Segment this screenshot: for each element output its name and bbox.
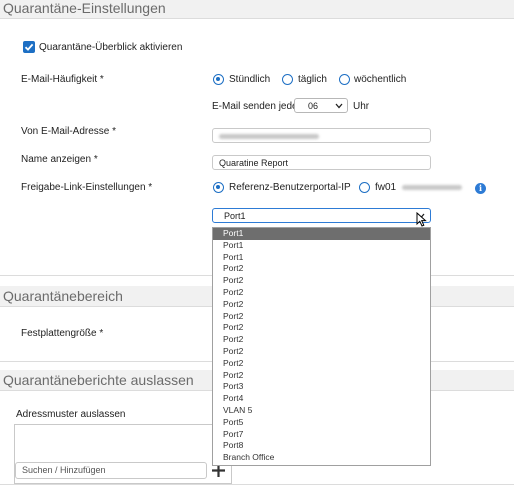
email-frequency-label: E-Mail-Häufigkeit * [21, 74, 104, 85]
dropdown-option[interactable]: Port2 [213, 263, 430, 275]
port-dropdown-list[interactable]: Port1 Port1 Port1 Port2 Port2 Port2 Port… [212, 227, 431, 466]
release-host-label[interactable]: fw01 [375, 182, 462, 193]
send-hour-unit: Uhr [353, 101, 370, 112]
address-pattern-label: Adressmuster auslassen [16, 409, 126, 420]
overview-checkbox[interactable] [23, 41, 35, 53]
dropdown-option[interactable]: Port8 [213, 440, 430, 452]
frequency-hourly-label[interactable]: Stündlich [229, 74, 270, 85]
section-title: Quarantäne-Einstellungen [3, 0, 166, 16]
frequency-hourly-radio[interactable] [213, 74, 224, 85]
overview-checkbox-label[interactable]: Quarantäne-Überblick aktivieren [39, 42, 182, 53]
dropdown-option[interactable]: Port2 [213, 358, 430, 370]
redacted-email [219, 134, 319, 140]
section-title: Quarantänebereich [3, 288, 123, 304]
section-header-quarantine-settings: Quarantäne-Einstellungen [0, 0, 514, 18]
port-select-value: Port1 [224, 211, 246, 221]
dropdown-option[interactable]: Port2 [213, 275, 430, 287]
send-every-label: E-Mail senden jede [212, 101, 298, 112]
dropdown-option[interactable]: Port7 [213, 429, 430, 441]
mouse-cursor-icon [416, 212, 427, 227]
from-address-input[interactable] [212, 128, 431, 143]
dropdown-option[interactable]: Port2 [213, 322, 430, 334]
dropdown-option[interactable]: Port1 [213, 228, 430, 240]
dropdown-option[interactable]: Port3 [213, 381, 430, 393]
release-portal-radio[interactable] [213, 182, 224, 193]
dropdown-option[interactable]: Port2 [213, 299, 430, 311]
dropdown-option[interactable]: Port2 [213, 311, 430, 323]
frequency-daily-label[interactable]: täglich [298, 74, 327, 85]
release-link-label: Freigabe-Link-Einstellungen * [21, 182, 153, 193]
from-address-label: Von E-Mail-Adresse * [21, 126, 117, 137]
chevron-down-icon [335, 103, 343, 109]
release-host-radio[interactable] [359, 182, 370, 193]
dropdown-option[interactable]: Port4 [213, 393, 430, 405]
dropdown-option[interactable]: Port5 [213, 417, 430, 429]
display-name-input[interactable]: Quaratine Report [212, 155, 431, 170]
dropdown-option[interactable]: Port2 [213, 287, 430, 299]
release-host-prefix: fw01 [375, 182, 397, 193]
dropdown-option[interactable]: Port1 [213, 240, 430, 252]
search-add-input[interactable]: Suchen / Hinzufügen [15, 462, 207, 479]
display-name-label: Name anzeigen * [21, 154, 98, 165]
dropdown-option[interactable]: Port2 [213, 334, 430, 346]
port-select[interactable]: Port1 [212, 208, 431, 223]
frequency-weekly-radio[interactable] [339, 74, 350, 85]
info-icon[interactable]: i [475, 183, 486, 194]
dropdown-option[interactable]: Port2 [213, 346, 430, 358]
dropdown-option[interactable]: Port2 [213, 370, 430, 382]
frequency-daily-radio[interactable] [282, 74, 293, 85]
send-hour-value: 06 [308, 101, 319, 111]
release-portal-label[interactable]: Referenz-Benutzerportal-IP [229, 182, 351, 193]
checkmark-icon [24, 43, 34, 51]
redacted-hostname [401, 184, 462, 190]
dropdown-option[interactable]: VLAN 5 [213, 405, 430, 417]
disk-size-label: Festplattengröße * [21, 328, 104, 339]
send-hour-select[interactable]: 06 [294, 98, 348, 113]
dropdown-option[interactable]: Port1 [213, 252, 430, 264]
frequency-weekly-label[interactable]: wöchentlich [354, 74, 406, 85]
section-title: Quarantäneberichte auslassen [3, 372, 194, 388]
dropdown-option[interactable]: Branch Office [213, 452, 430, 464]
